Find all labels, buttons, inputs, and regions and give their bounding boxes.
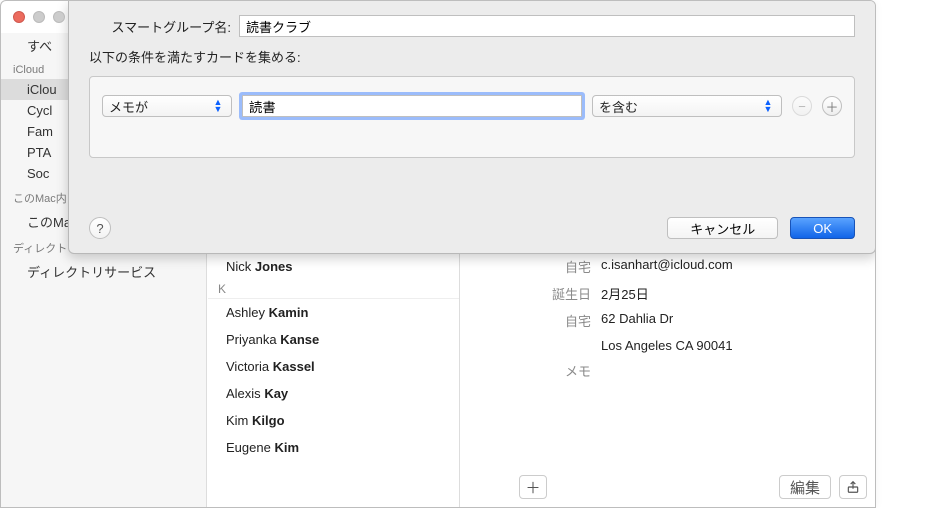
window-minimize[interactable]	[33, 11, 45, 23]
list-item[interactable]: Alexis Kay	[208, 380, 459, 407]
plus-icon: ＋	[825, 97, 838, 116]
smart-group-name-input[interactable]	[239, 15, 855, 37]
help-button[interactable]: ?	[89, 217, 111, 239]
window-zoom[interactable]	[53, 11, 65, 23]
minus-icon: −	[798, 99, 806, 114]
chevron-updown-icon	[211, 98, 225, 114]
detail-label: 誕生日	[461, 284, 601, 303]
detail-label: 自宅	[461, 257, 601, 276]
list-item[interactable]: Kim Kilgo	[208, 407, 459, 434]
remove-condition-button[interactable]: −	[792, 96, 812, 116]
contacts-list: Nick Jones K Ashley Kamin Priyanka Kanse…	[208, 253, 460, 507]
detail-value: c.isanhart@icloud.com	[601, 257, 875, 276]
add-condition-button[interactable]: ＋	[822, 96, 842, 116]
add-button[interactable]: ＋	[519, 475, 547, 499]
plus-icon: ＋	[525, 477, 540, 498]
smart-group-sheet: スマートグループ名: 以下の条件を満たすカードを集める: メモが を含む − ＋	[68, 1, 876, 254]
window-close[interactable]	[13, 11, 25, 23]
list-section-header: K	[208, 280, 459, 299]
edit-button[interactable]: 編集	[779, 475, 831, 499]
name-label: スマートグループ名:	[89, 17, 239, 36]
conditions-box: メモが を含む − ＋	[89, 76, 855, 158]
operator-popup[interactable]: を含む	[592, 95, 782, 117]
list-item[interactable]: Ashley Kamin	[208, 299, 459, 326]
list-item[interactable]: Eugene Kim	[208, 434, 459, 461]
list-item[interactable]: Nick Jones	[208, 253, 459, 280]
share-icon	[846, 480, 860, 494]
list-item[interactable]: Priyanka Kanse	[208, 326, 459, 353]
field-popup[interactable]: メモが	[102, 95, 232, 117]
ok-button[interactable]: OK	[790, 217, 855, 239]
detail-label: メモ	[461, 361, 601, 380]
cancel-button[interactable]: キャンセル	[667, 217, 778, 239]
detail-value: Los Angeles CA 90041	[601, 338, 875, 353]
chevron-updown-icon	[761, 98, 775, 114]
detail-value	[601, 361, 875, 380]
list-item[interactable]: Victoria Kassel	[208, 353, 459, 380]
match-value-input[interactable]	[242, 95, 582, 117]
detail-label	[461, 338, 601, 353]
contact-detail: 自宅c.isanhart@icloud.com 誕生日2月25日 自宅62 Da…	[461, 253, 875, 507]
detail-value: 2月25日	[601, 284, 875, 303]
share-button[interactable]	[839, 475, 867, 499]
conditions-label: 以下の条件を満たすカードを集める:	[89, 47, 309, 66]
detail-value: 62 Dahlia Dr	[601, 311, 875, 330]
sidebar-item[interactable]: ディレクトリサービス	[1, 259, 206, 284]
detail-label: 自宅	[461, 311, 601, 330]
